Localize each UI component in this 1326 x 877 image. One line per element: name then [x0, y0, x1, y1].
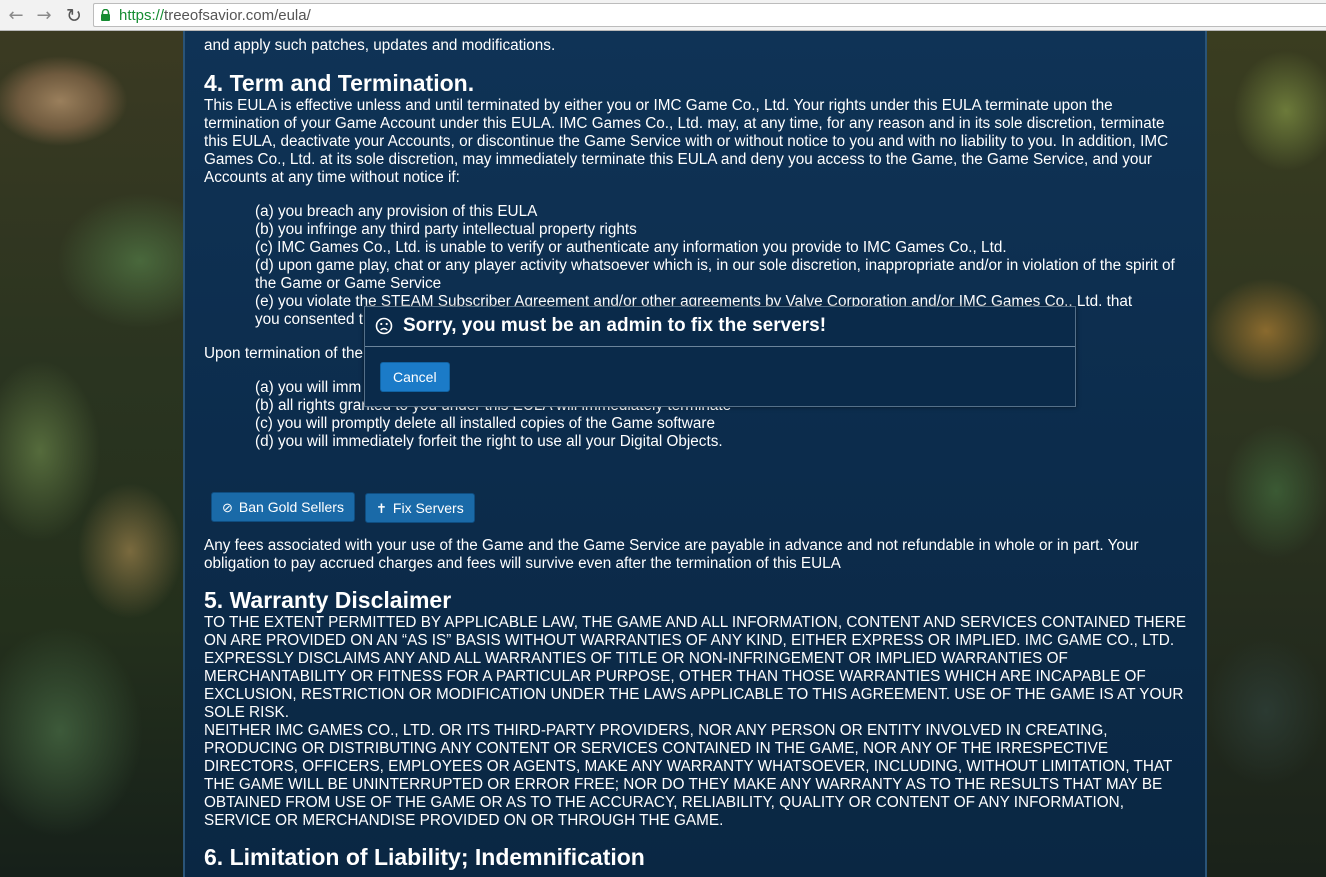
section5-paragraph-2: NEITHER IMC GAMES CO., LTD. OR ITS THIRD…	[204, 722, 1173, 829]
back-arrow-icon[interactable]: ←	[5, 5, 27, 27]
wrench-icon: ✝	[376, 501, 387, 516]
ban-gold-sellers-label: Ban Gold Sellers	[238, 499, 344, 515]
dialog-title: Sorry, you must be an admin to fix the s…	[403, 315, 827, 336]
address-bar[interactable]: https://treeofsavior.com/eula/	[93, 3, 1326, 27]
browser-toolbar: ← → ↻ https://treeofsavior.com/eula/	[0, 0, 1326, 31]
list-item: (d) upon game play, chat or any player a…	[255, 257, 1175, 292]
eula-content: and apply such patches, updates and modi…	[204, 31, 1189, 870]
background-art-right	[1206, 31, 1326, 877]
url-text: https://treeofsavior.com/eula/	[119, 7, 311, 24]
url-protocol: https://	[119, 7, 165, 24]
reload-icon[interactable]: ↻	[63, 5, 85, 27]
list-item: (c) you will promptly delete all install…	[255, 415, 715, 432]
admin-error-dialog: Sorry, you must be an admin to fix the s…	[364, 306, 1076, 407]
list-item: (d) you will immediately forfeit the rig…	[255, 433, 723, 450]
list-item: (b) you infringe any third party intelle…	[255, 221, 637, 238]
sad-face-icon	[375, 317, 393, 335]
fees-paragraph: Any fees associated with your use of the…	[204, 537, 1139, 572]
eula-panel: and apply such patches, updates and modi…	[183, 31, 1207, 877]
section5-paragraph-1: TO THE EXTENT PERMITTED BY APPLICABLE LA…	[204, 614, 1187, 721]
url-path: treeofsavior.com/eula/	[164, 7, 311, 24]
cancel-button[interactable]: Cancel	[380, 362, 450, 392]
ban-icon: ⊘	[222, 500, 233, 515]
page-background: and apply such patches, updates and modi…	[0, 31, 1326, 877]
section6-heading: 6. Limitation of Liability; Indemnificat…	[204, 844, 645, 870]
section4-paragraph: This EULA is effective unless and until …	[204, 97, 1169, 186]
section5-heading: 5. Warranty Disclaimer	[204, 587, 452, 613]
fix-servers-label: Fix Servers	[392, 500, 464, 516]
section4-heading: 4. Term and Termination.	[204, 70, 475, 96]
forward-arrow-icon[interactable]: →	[33, 5, 55, 27]
list-item: (c) IMC Games Co., Ltd. is unable to ver…	[255, 239, 1007, 256]
list-item: (a) you breach any provision of this EUL…	[255, 203, 538, 220]
fix-servers-button[interactable]: ✝ Fix Servers	[365, 493, 475, 523]
ban-gold-sellers-button[interactable]: ⊘ Ban Gold Sellers	[211, 492, 355, 522]
lock-icon	[101, 9, 110, 21]
top-fragment: and apply such patches, updates and modi…	[204, 37, 556, 54]
dialog-header: Sorry, you must be an admin to fix the s…	[365, 307, 1075, 347]
background-art-left	[0, 31, 190, 877]
